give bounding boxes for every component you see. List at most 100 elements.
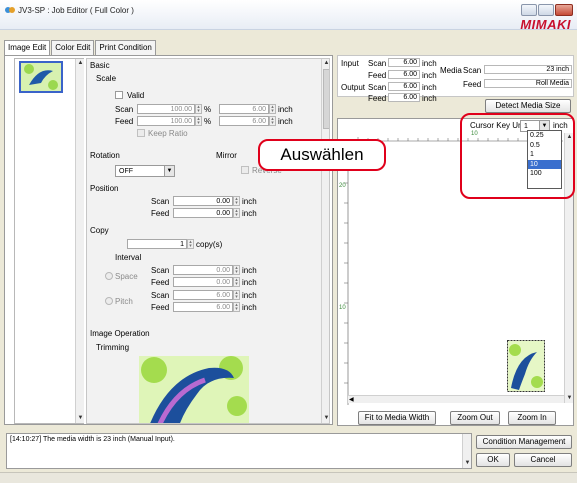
scale-scan-percent-input[interactable]: 100.00 [137, 104, 195, 114]
brand-logo: MIMAKI [520, 17, 571, 32]
tab-image-edit[interactable]: Image Edit [4, 40, 51, 56]
position-feed-spinner[interactable]: ▴ ▾ [233, 208, 240, 218]
title-bar: JV3-SP : Job Editor ( Full Color ) MIMAK… [0, 0, 577, 32]
position-label: Position [90, 184, 119, 193]
media-feed-label: Feed [463, 80, 482, 89]
settings-pane: Basic Scale Valid Scan 100.00 ▴ ▾ % 6.00 … [86, 58, 330, 424]
rotation-select[interactable]: OFF ▼ [115, 165, 175, 177]
scale-feed-label: Feed [115, 117, 134, 126]
pitch-feed-label: Feed [151, 303, 170, 312]
zoom-out-button[interactable]: Zoom Out [450, 411, 500, 425]
minimize-button[interactable] [521, 4, 537, 16]
space-scan-spinner[interactable]: ▴ ▾ [233, 265, 240, 275]
trimming-label: Trimming [96, 343, 130, 352]
pitch-feed-spinner[interactable]: ▴ ▾ [233, 302, 240, 312]
output-feed-label: Feed [368, 94, 387, 103]
inch-unit: inch [278, 105, 293, 114]
media-scan-label: Scan [463, 66, 482, 75]
space-feed-spinner[interactable]: ▴ ▾ [233, 277, 240, 287]
rotation-label: Rotation [90, 151, 120, 160]
settings-scroll-thumb[interactable] [323, 69, 329, 129]
copy-count-input[interactable]: 1 [127, 239, 187, 249]
inch-unit: inch [242, 278, 257, 287]
space-feed-label: Feed [151, 278, 170, 287]
valid-label: Valid [127, 91, 145, 100]
inch-unit: inch [422, 94, 437, 103]
space-feed-input[interactable]: 0.00 [173, 277, 233, 287]
close-button[interactable] [555, 4, 573, 16]
copy-unit: copy(s) [196, 240, 223, 249]
inch-unit: inch [242, 266, 257, 275]
ok-button[interactable]: OK [476, 453, 510, 467]
tab-color-edit[interactable]: Color Edit [51, 40, 95, 55]
preview-horizontal-scrollbar[interactable]: ◀ [348, 395, 564, 403]
scale-feed-inch-spinner[interactable]: ▴ ▾ [269, 116, 276, 126]
pitch-radio[interactable] [105, 297, 113, 305]
keep-ratio-label: Keep Ratio [148, 129, 188, 138]
cancel-button[interactable]: Cancel [514, 453, 572, 467]
detect-media-size-button[interactable]: Detect Media Size [485, 99, 571, 113]
thumbnail-scrollbar[interactable]: ▲ ▼ [75, 59, 84, 423]
inch-unit: inch [242, 209, 257, 218]
valid-checkbox[interactable] [115, 91, 123, 99]
maximize-button[interactable] [538, 4, 554, 16]
input-scan-value: 6.00 [388, 58, 420, 67]
media-label: Media [440, 66, 462, 75]
input-label: Input [341, 59, 359, 68]
inch-unit: inch [278, 117, 293, 126]
ruler-left-label-20: 20 [339, 183, 346, 189]
scale-scan-inch-spinner[interactable]: ▴ ▾ [269, 104, 276, 114]
thumbnail-list: ▲ ▼ [14, 58, 84, 424]
input-feed-label: Feed [368, 71, 387, 80]
image-thumbnail[interactable] [19, 61, 63, 93]
scale-feed-percent-input[interactable]: 100.00 [137, 116, 195, 126]
keep-ratio-checkbox[interactable] [137, 129, 145, 137]
copy-count-spinner[interactable]: ▴ ▾ [187, 239, 194, 249]
mirror-label: Mirror [216, 151, 237, 160]
dolphin-image-icon [21, 63, 61, 91]
app-icon [5, 7, 15, 13]
space-label: Space [115, 272, 138, 281]
log-scrollbar[interactable]: ▼ [462, 434, 471, 468]
reverse-checkbox[interactable] [241, 166, 249, 174]
space-scan-label: Scan [151, 266, 170, 275]
pitch-scan-spinner[interactable]: ▴ ▾ [233, 290, 240, 300]
tab-print-condition[interactable]: Print Condition [95, 40, 156, 55]
scale-scan-inch-input[interactable]: 6.00 [219, 104, 269, 114]
pitch-feed-input[interactable]: 6.00 [173, 302, 233, 312]
position-feed-input[interactable]: 0.00 [173, 208, 233, 218]
scale-scan-label: Scan [115, 105, 134, 114]
scale-feed-inch-input[interactable]: 6.00 [219, 116, 269, 126]
inch-unit: inch [242, 197, 257, 206]
space-radio[interactable] [105, 272, 113, 280]
copy-label: Copy [90, 226, 109, 235]
position-scan-spinner[interactable]: ▴ ▾ [233, 196, 240, 206]
pitch-label: Pitch [115, 297, 133, 306]
pitch-scan-input[interactable]: 6.00 [173, 290, 233, 300]
trimming-preview-image [139, 356, 249, 423]
size-info-panel: Input Scan 6.00 inch Feed 6.00 inch Outp… [337, 55, 574, 103]
inch-unit: inch [242, 291, 257, 300]
output-scan-label: Scan [368, 83, 387, 92]
job-editor-window: JV3-SP : Job Editor ( Full Color ) MIMAK… [0, 0, 577, 483]
inch-unit: inch [422, 83, 437, 92]
scale-scan-percent-spinner[interactable]: ▴ ▾ [195, 104, 202, 114]
inch-unit: inch [422, 59, 437, 68]
zoom-in-button[interactable]: Zoom In [508, 411, 556, 425]
tab-strip: Image Edit Color Edit Print Condition [4, 40, 157, 56]
annotation-highlight-box [460, 113, 575, 199]
status-bar [0, 472, 577, 483]
scale-feed-percent-spinner[interactable]: ▴ ▾ [195, 116, 202, 126]
scale-label: Scale [96, 74, 117, 83]
condition-management-button[interactable]: Condition Management [476, 435, 572, 449]
image-placement[interactable] [507, 340, 545, 392]
annotation-callout: Auswählen [258, 139, 386, 171]
inch-unit: inch [422, 71, 437, 80]
space-scan-input[interactable]: 0.00 [173, 265, 233, 275]
fit-to-media-width-button[interactable]: Fit to Media Width [358, 411, 436, 425]
position-scan-input[interactable]: 0.00 [173, 196, 233, 206]
media-feed-value: Roll Media [484, 79, 572, 88]
inch-unit: inch [242, 303, 257, 312]
input-scan-label: Scan [368, 59, 387, 68]
settings-scrollbar[interactable]: ▲ ▼ [321, 59, 329, 423]
